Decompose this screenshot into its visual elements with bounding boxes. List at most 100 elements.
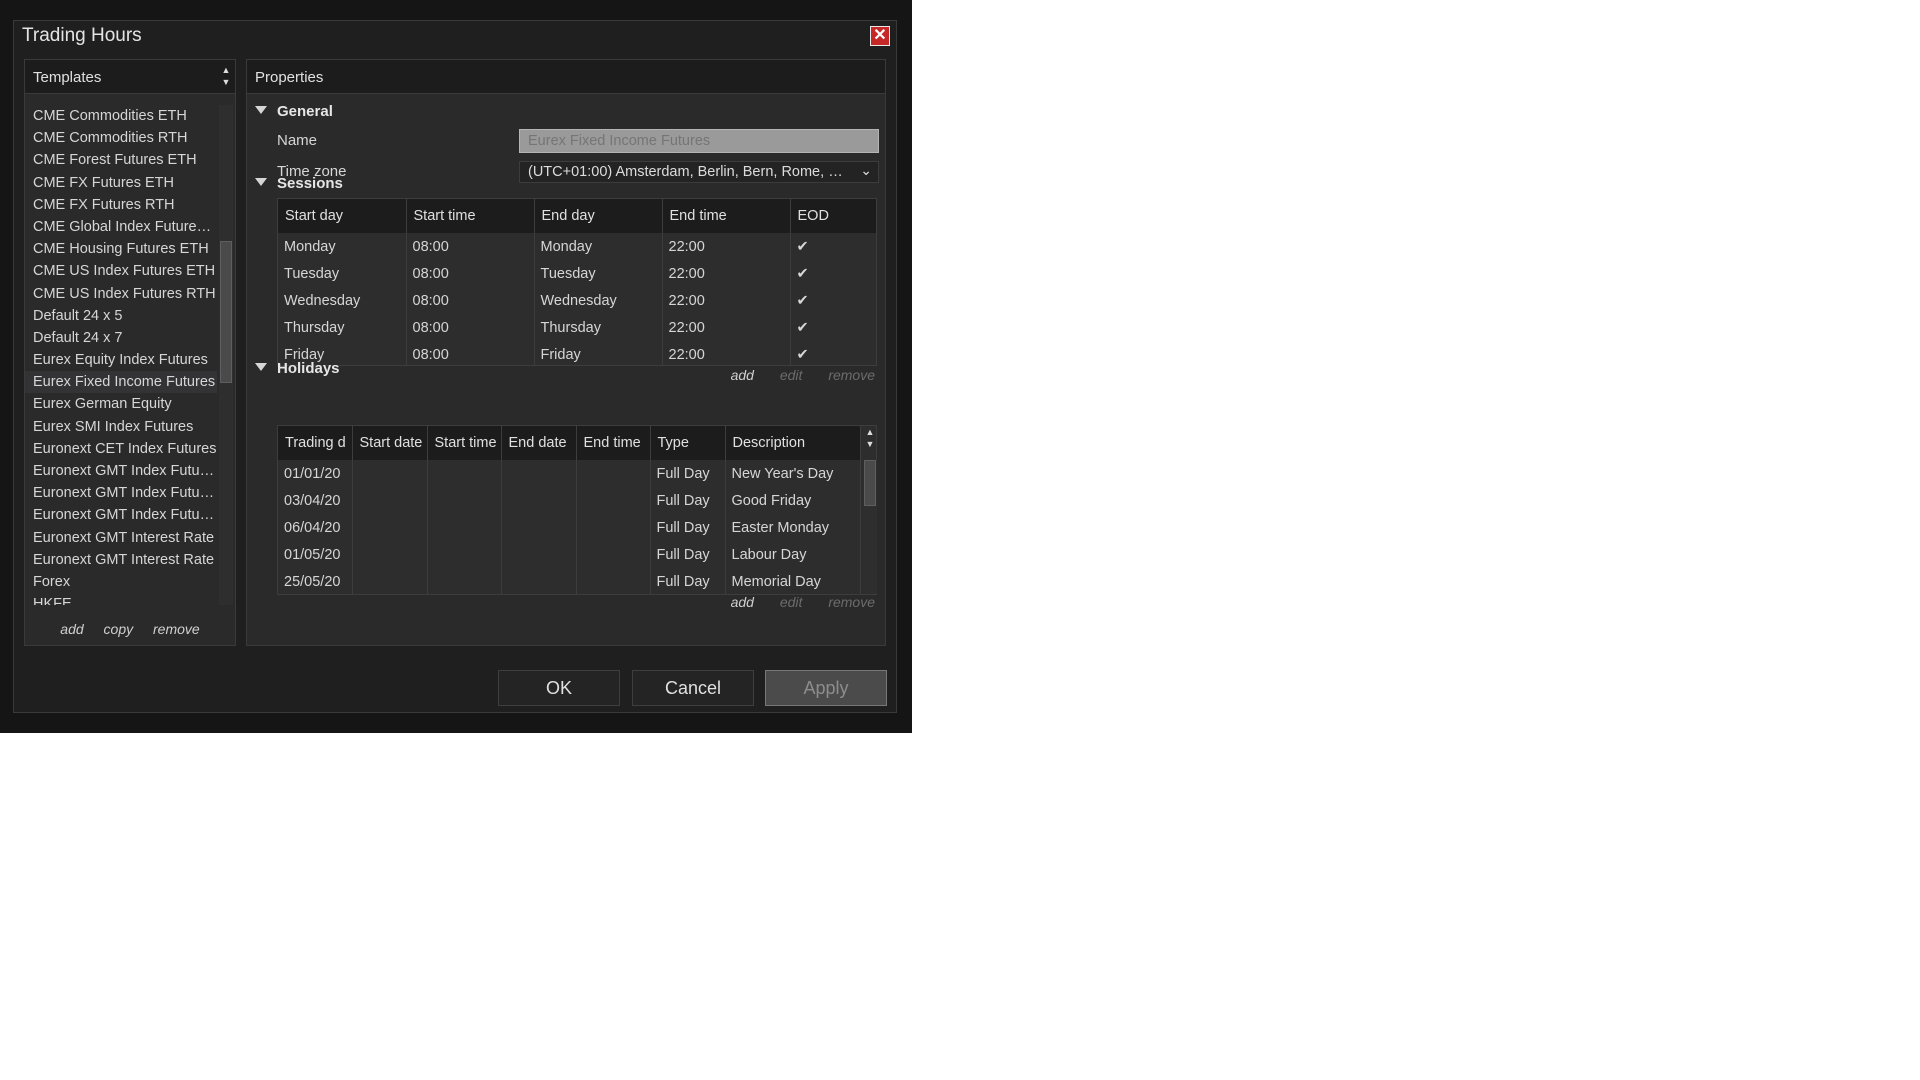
- template-item[interactable]: Default 24 x 5: [25, 305, 217, 327]
- table-row[interactable]: 06/04/20 Full Day Easter Monday: [278, 514, 861, 541]
- holiday-add-link[interactable]: add: [731, 594, 754, 610]
- sessions-section-toggle[interactable]: Sessions: [255, 175, 343, 192]
- cell-description: Good Friday: [725, 487, 861, 514]
- cell-start-time: 08:00: [406, 260, 535, 287]
- holidays-table[interactable]: Trading d Start date Start time End date…: [277, 425, 877, 595]
- arrow-down-icon[interactable]: ▼: [863, 438, 877, 450]
- template-item[interactable]: Eurex SMI Index Futures: [25, 416, 217, 438]
- holidays-actions: add edit remove: [709, 594, 875, 610]
- holiday-remove-link[interactable]: remove: [828, 594, 875, 610]
- template-item[interactable]: Euronext CET Index Futures: [25, 438, 217, 460]
- holidays-scrollbar-thumb[interactable]: [864, 460, 876, 506]
- col-end-date[interactable]: End date: [501, 426, 577, 460]
- cell-end-date: [501, 541, 577, 568]
- checkmark-icon[interactable]: ✔: [790, 287, 876, 314]
- template-item[interactable]: CME FX Futures ETH: [25, 172, 217, 194]
- template-copy-link[interactable]: copy: [104, 621, 134, 637]
- name-input[interactable]: [519, 129, 879, 153]
- col-type[interactable]: Type: [650, 426, 726, 460]
- checkmark-icon[interactable]: ✔: [790, 233, 876, 260]
- template-item[interactable]: CME FX Futures RTH: [25, 194, 217, 216]
- timezone-select[interactable]: (UTC+01:00) Amsterdam, Berlin, Bern, Rom…: [519, 161, 879, 183]
- checkmark-icon[interactable]: ✔: [790, 341, 876, 365]
- template-item[interactable]: CME US Index Futures ETH: [25, 260, 217, 282]
- cancel-button[interactable]: Cancel: [632, 670, 754, 706]
- general-section-toggle[interactable]: General: [255, 103, 333, 120]
- template-item[interactable]: HKFE: [25, 593, 217, 605]
- close-button[interactable]: ✕: [870, 26, 890, 46]
- col-start-date[interactable]: Start date: [352, 426, 428, 460]
- session-edit-link[interactable]: edit: [780, 367, 803, 383]
- table-row[interactable]: Thursday 08:00 Thursday 22:00 ✔: [278, 314, 876, 341]
- checkmark-icon[interactable]: ✔: [790, 260, 876, 287]
- cell-type: Full Day: [650, 460, 726, 487]
- template-item[interactable]: Euronext GMT Interest Rate: [25, 527, 217, 549]
- template-item[interactable]: Default 24 x 7: [25, 327, 217, 349]
- table-row[interactable]: Monday 08:00 Monday 22:00 ✔: [278, 233, 876, 260]
- cell-end-day: Monday: [534, 233, 663, 260]
- template-item[interactable]: CME Housing Futures ETH: [25, 238, 217, 260]
- template-item[interactable]: Forex: [25, 571, 217, 593]
- cell-end-date: [501, 568, 577, 594]
- template-item[interactable]: CME US Index Futures RTH: [25, 283, 217, 305]
- table-row[interactable]: Tuesday 08:00 Tuesday 22:00 ✔: [278, 260, 876, 287]
- properties-header: Properties: [247, 60, 885, 94]
- title-bar[interactable]: Trading Hours ✕: [14, 21, 896, 51]
- template-add-link[interactable]: add: [60, 621, 83, 637]
- arrow-up-icon[interactable]: ▲: [219, 64, 233, 76]
- template-item[interactable]: Euronext GMT Index Futures: [25, 482, 217, 504]
- template-item[interactable]: CME Commodities ETH: [25, 105, 217, 127]
- col-eod[interactable]: EOD: [790, 199, 876, 233]
- cell-end-date: [501, 487, 577, 514]
- template-item[interactable]: Euronext GMT Index Futures: [25, 460, 217, 482]
- cell-end-time: [576, 541, 651, 568]
- cell-start-time: 08:00: [406, 233, 535, 260]
- template-item[interactable]: Euronext GMT Index Futures: [25, 504, 217, 526]
- table-row[interactable]: 01/05/20 Full Day Labour Day: [278, 541, 861, 568]
- template-item[interactable]: CME Forest Futures ETH: [25, 149, 217, 171]
- templates-scrollbar-thumb[interactable]: [220, 241, 232, 383]
- session-add-link[interactable]: add: [731, 367, 754, 383]
- table-row[interactable]: Wednesday 08:00 Wednesday 22:00 ✔: [278, 287, 876, 314]
- table-row[interactable]: 01/01/20 Full Day New Year's Day: [278, 460, 861, 487]
- template-remove-link[interactable]: remove: [153, 621, 200, 637]
- cell-start-day: Wednesday: [278, 287, 407, 314]
- templates-scrollbar[interactable]: [219, 105, 233, 605]
- templates-list[interactable]: CME Commodities ETH CME Commodities RTH …: [25, 105, 217, 605]
- cell-end-date: [501, 460, 577, 487]
- template-item[interactable]: CME Global Index Futures ETH: [25, 216, 217, 238]
- ok-button[interactable]: OK: [498, 670, 620, 706]
- holidays-header-row: Trading d Start date Start time End date…: [278, 426, 861, 460]
- col-description[interactable]: Description: [725, 426, 861, 460]
- template-item[interactable]: Eurex German Equity: [25, 393, 217, 415]
- checkmark-icon[interactable]: ✔: [790, 314, 876, 341]
- templates-panel: Templates ▲ ▼ CME Commodities ETH CME Co…: [24, 59, 236, 646]
- template-item-selected[interactable]: Eurex Fixed Income Futures: [25, 371, 217, 394]
- cell-end-day: Wednesday: [534, 287, 663, 314]
- apply-button[interactable]: Apply: [765, 670, 887, 706]
- arrow-up-icon[interactable]: ▲: [863, 426, 877, 438]
- col-trading-date[interactable]: Trading d: [278, 426, 353, 460]
- table-row[interactable]: 03/04/20 Full Day Good Friday: [278, 487, 861, 514]
- sessions-actions: add edit remove: [709, 367, 875, 383]
- cell-start-date: [352, 514, 428, 541]
- col-start-time[interactable]: Start time: [406, 199, 535, 233]
- table-row[interactable]: 25/05/20 Full Day Memorial Day: [278, 568, 861, 594]
- template-item[interactable]: Euronext GMT Interest Rate: [25, 549, 217, 571]
- template-item[interactable]: CME Commodities RTH: [25, 127, 217, 149]
- sessions-table[interactable]: Start day Start time End day End time EO…: [277, 198, 877, 366]
- col-end-day[interactable]: End day: [534, 199, 663, 233]
- col-start-day[interactable]: Start day: [278, 199, 407, 233]
- col-start-time[interactable]: Start time: [427, 426, 502, 460]
- holidays-section-toggle[interactable]: Holidays: [255, 360, 340, 377]
- chevron-down-icon: ⌄: [860, 162, 872, 178]
- holidays-scrollbar[interactable]: [863, 460, 877, 594]
- session-remove-link[interactable]: remove: [828, 367, 875, 383]
- col-end-time[interactable]: End time: [662, 199, 791, 233]
- template-item[interactable]: Eurex Equity Index Futures: [25, 349, 217, 371]
- cell-end-time: [576, 514, 651, 541]
- table-row[interactable]: Friday 08:00 Friday 22:00 ✔: [278, 341, 876, 365]
- col-end-time[interactable]: End time: [576, 426, 651, 460]
- arrow-down-icon[interactable]: ▼: [219, 76, 233, 88]
- holiday-edit-link[interactable]: edit: [780, 594, 803, 610]
